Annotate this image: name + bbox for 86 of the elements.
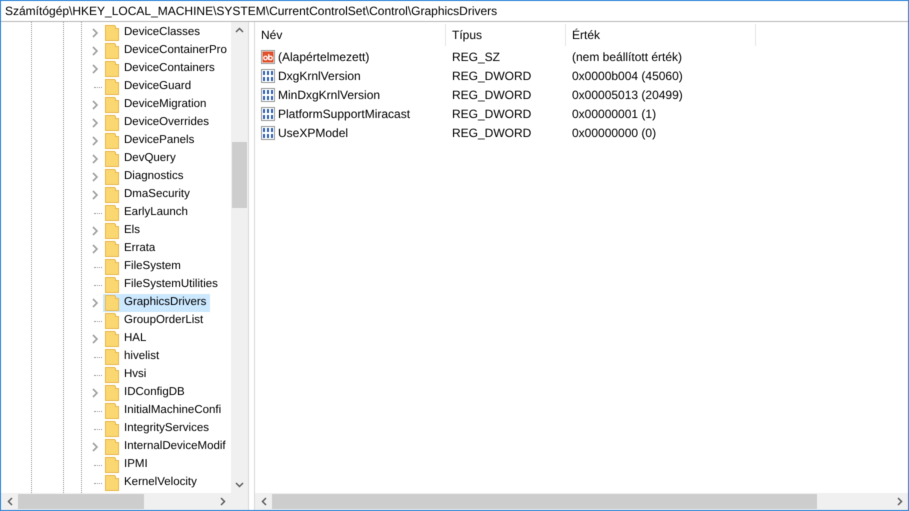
tree-item[interactable]: DevQuery <box>103 150 180 168</box>
tree-item[interactable]: DeviceOverrides <box>103 114 213 132</box>
tree-item[interactable]: DeviceMigration <box>103 96 210 114</box>
scrollbar-thumb[interactable] <box>272 494 817 509</box>
folder-icon <box>105 61 119 77</box>
folder-icon <box>105 313 119 329</box>
scrollbar-thumb[interactable] <box>232 142 247 208</box>
column-header[interactable]: Név <box>255 24 446 46</box>
folder-icon <box>105 439 119 455</box>
folder-icon <box>105 169 119 185</box>
tree-item[interactable]: DeviceGuard <box>103 78 196 96</box>
tree-item[interactable]: DeviceContainerPro <box>103 42 231 60</box>
tree-item[interactable]: Els <box>103 222 144 240</box>
folder-icon <box>105 331 119 347</box>
value-data: (nem beállított érték) <box>571 48 682 66</box>
tree-item[interactable]: GroupOrderList <box>103 312 208 330</box>
value-data: 0x00000001 (1) <box>571 106 656 122</box>
tree-item[interactable]: InitialMachineConfi <box>103 402 226 420</box>
folder-icon <box>105 187 119 203</box>
value-data: 0x0000b004 (45060) <box>571 68 683 84</box>
folder-icon <box>105 403 119 419</box>
folder-icon <box>105 367 119 383</box>
folder-icon <box>105 385 119 401</box>
value-data: 0x00005013 (20499) <box>571 86 683 104</box>
chevron-right-icon[interactable] <box>92 298 99 308</box>
scrollbar-thumb[interactable] <box>18 494 144 509</box>
tree-item[interactable]: Diagnostics <box>103 168 188 186</box>
tree-item[interactable]: HAL <box>103 330 150 348</box>
tree-item[interactable]: InternalDeviceModif <box>103 438 230 456</box>
binary-value-icon <box>261 88 275 102</box>
tree-item[interactable]: EarlyLaunch <box>103 204 192 222</box>
chevron-right-icon[interactable] <box>92 442 99 452</box>
tree-item[interactable]: DevicePanels <box>103 132 198 150</box>
string-value-icon <box>261 50 275 64</box>
address-bar[interactable]: Számítógép\HKEY_LOCAL_MACHINE\SYSTEM\CurrentControlSet\Control\GraphicsDrivers <box>1 1 908 22</box>
folder-icon <box>105 241 119 257</box>
column-header[interactable]: Típus <box>446 24 566 46</box>
folder-icon <box>105 151 119 167</box>
tree-item[interactable]: DeviceContainers <box>103 60 219 78</box>
folder-icon <box>105 223 119 239</box>
folder-icon <box>105 457 119 473</box>
tree-item[interactable]: DeviceClasses <box>103 24 204 42</box>
value-name[interactable]: PlatformSupportMiracast <box>278 104 410 122</box>
value-name[interactable]: (Alapértelmezett) <box>278 48 370 66</box>
tree-item[interactable]: IPMI <box>103 456 152 474</box>
value-type: REG_DWORD <box>451 106 532 122</box>
chevron-right-icon[interactable] <box>92 388 99 398</box>
column-header[interactable]: Érték <box>566 24 756 46</box>
binary-value-icon <box>261 68 275 82</box>
folder-icon <box>105 25 119 41</box>
value-type: REG_DWORD <box>451 68 532 84</box>
tree-item[interactable]: Hvsi <box>103 366 150 384</box>
folder-icon <box>105 295 119 311</box>
folder-icon <box>105 115 119 131</box>
folder-icon <box>105 277 119 293</box>
value-type: REG_DWORD <box>451 124 532 142</box>
tree-item[interactable]: DmaSecurity <box>103 186 194 204</box>
folder-icon <box>105 205 119 221</box>
folder-icon <box>105 475 119 491</box>
tree-item[interactable]: hivelist <box>103 348 164 366</box>
folder-icon <box>105 97 119 113</box>
horizontal-scrollbar[interactable] <box>255 493 908 510</box>
tree-item[interactable]: FileSystem <box>103 258 185 276</box>
folder-icon <box>105 421 119 437</box>
value-name[interactable]: DxgKrnlVersion <box>278 66 361 84</box>
value-type: REG_SZ <box>451 48 502 66</box>
vertical-scrollbar[interactable] <box>231 22 248 493</box>
folder-icon <box>105 43 119 59</box>
value-type: REG_DWORD <box>451 86 532 104</box>
value-name[interactable]: MinDxgKrnlVersion <box>278 86 380 104</box>
tree-item[interactable]: FileSystemUtilities <box>103 276 222 294</box>
binary-value-icon <box>261 126 275 140</box>
tree-item[interactable]: Errata <box>103 240 160 258</box>
tree-item[interactable]: IntegrityServices <box>103 420 214 438</box>
tree-item[interactable]: IDConfigDB <box>103 384 189 402</box>
binary-value-icon <box>261 106 275 120</box>
chevron-right-icon[interactable] <box>92 334 99 344</box>
tree-item[interactable]: GraphicsDrivers <box>103 294 210 312</box>
folder-icon <box>105 259 119 275</box>
value-name[interactable]: UseXPModel <box>278 124 348 142</box>
horizontal-scrollbar[interactable] <box>1 493 248 510</box>
value-data: 0x00000000 (0) <box>571 124 656 142</box>
tree-item[interactable]: KernelVelocity <box>103 474 201 492</box>
folder-icon <box>105 349 119 365</box>
folder-icon <box>105 133 119 149</box>
folder-icon <box>105 79 119 95</box>
